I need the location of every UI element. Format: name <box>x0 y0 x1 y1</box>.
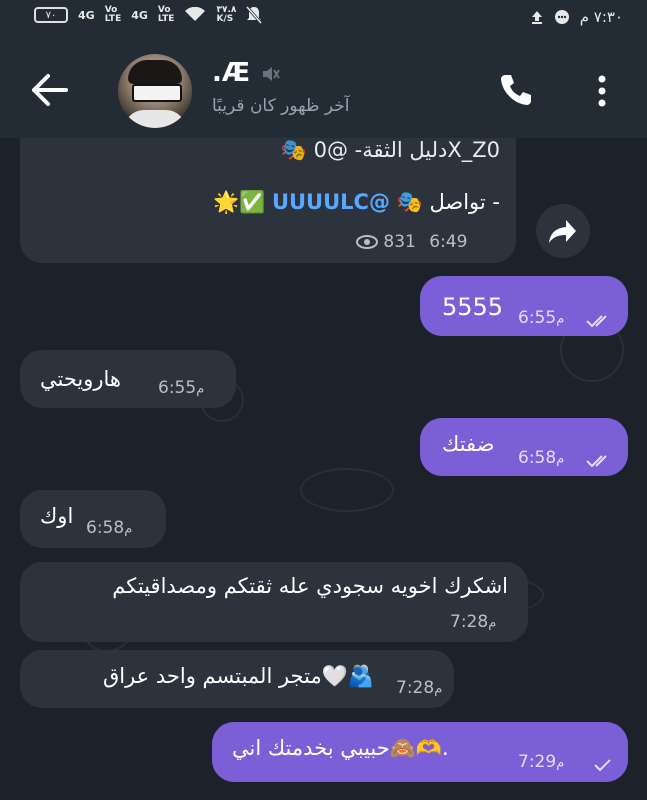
message-time: م6:55 <box>518 308 565 328</box>
message-text: اشكرك اخويه سجودي عله ثقتكم ومصداقيتكم <box>112 574 508 598</box>
message-time: م6:58 <box>518 448 565 468</box>
message-bubble-in[interactable]: هارويحتي م6:55 <box>20 350 236 408</box>
mute-icon <box>263 67 280 81</box>
message-text: حبيبي بخدمتك اني🙈🫶. <box>232 736 449 760</box>
message-bubble-in[interactable]: متجر المبتسم واحد عراق🤍🫂 م7:28 <box>20 650 454 708</box>
network-4g-2: 4G <box>131 8 148 22</box>
message-text: متجر المبتسم واحد عراق🤍🫂 <box>102 664 374 688</box>
network-4g-1: 4G <box>78 8 95 22</box>
chat-header: .Æ آخر ظهور كان قريبًا <box>0 34 647 138</box>
forward-button[interactable] <box>536 204 590 258</box>
volte-2: Vo LTE <box>157 5 175 24</box>
channel-post-bubble[interactable]: 🎭 دليل الثقة- @0X_Z0 🌟✅ UUUULC@ 🎭 تواصل … <box>20 138 516 263</box>
message-time: م6:58 <box>86 518 133 538</box>
message-time: م7:28 <box>396 678 443 698</box>
message-bubble-out[interactable]: ضفتك م6:58 <box>420 418 628 476</box>
avatar[interactable] <box>118 54 192 128</box>
status-right: ٧:٣٠ م <box>530 8 623 26</box>
message-text: اوك <box>40 504 74 528</box>
battery-icon: ٧٠ <box>34 7 68 23</box>
wifi-icon <box>185 7 206 21</box>
channel-post-time: 6:49 <box>429 232 468 252</box>
chat-bubble-icon <box>554 10 569 24</box>
double-check-icon <box>586 455 607 468</box>
single-check-icon <box>594 759 611 772</box>
phone-icon[interactable] <box>498 72 534 108</box>
last-seen-status: آخر ظهور كان قريبًا <box>212 96 350 116</box>
upload-icon <box>531 11 542 24</box>
message-text: ضفتك <box>442 432 495 456</box>
channel-handle-link[interactable]: UUUULC@ <box>272 190 390 214</box>
message-time: م7:29 <box>518 752 565 772</box>
message-time: م7:28 <box>450 612 497 632</box>
net-speed: ٣٧.٨ K/S <box>216 5 237 24</box>
message-bubble-out[interactable]: حبيبي بخدمتك اني🙈🫶. م7:29 <box>212 722 628 782</box>
channel-post-line1: 🎭 دليل الثقة- @0X_Z0 <box>280 138 500 162</box>
view-count: 831 <box>383 232 416 252</box>
eye-icon <box>356 235 378 249</box>
back-arrow-icon[interactable] <box>30 72 70 108</box>
double-check-icon <box>586 315 607 328</box>
channel-post-line2-label: 🎭 تواصل - <box>396 190 500 214</box>
chat-area[interactable]: 🎭 دليل الثقة- @0X_Z0 🌟✅ UUUULC@ 🎭 تواصل … <box>0 138 647 800</box>
battery-level: ٧٠ <box>45 9 57 21</box>
message-bubble-in[interactable]: اشكرك اخويه سجودي عله ثقتكم ومصداقيتكم م… <box>20 562 528 642</box>
message-time: م6:55 <box>158 378 205 398</box>
contact-name[interactable]: .Æ <box>212 58 250 88</box>
wallpaper-doodle <box>300 468 394 512</box>
forward-icon <box>549 220 576 243</box>
channel-post-line2-emoji: 🌟✅ <box>212 190 266 214</box>
channel-post-meta: 831 6:49 <box>356 232 467 252</box>
bell-off-icon <box>246 6 263 24</box>
channel-post-line2: 🌟✅ UUUULC@ 🎭 تواصل - <box>213 190 500 215</box>
more-vert-icon[interactable] <box>596 74 608 108</box>
message-bubble-out[interactable]: 5555 م6:55 <box>420 276 628 336</box>
message-bubble-in[interactable]: اوك م6:58 <box>20 490 166 548</box>
status-left: ٧٠ 4G Vo LTE 4G Vo LTE ٣٧.٨ K/S <box>34 5 263 24</box>
clock: ٧:٣٠ م <box>579 8 623 26</box>
status-bar: ٧٠ 4G Vo LTE 4G Vo LTE ٣٧.٨ K/S ٧:٣٠ م <box>0 0 647 34</box>
volte-1: Vo LTE <box>104 5 122 24</box>
message-text: هارويحتي <box>40 367 121 391</box>
message-text: 5555 <box>442 293 504 321</box>
